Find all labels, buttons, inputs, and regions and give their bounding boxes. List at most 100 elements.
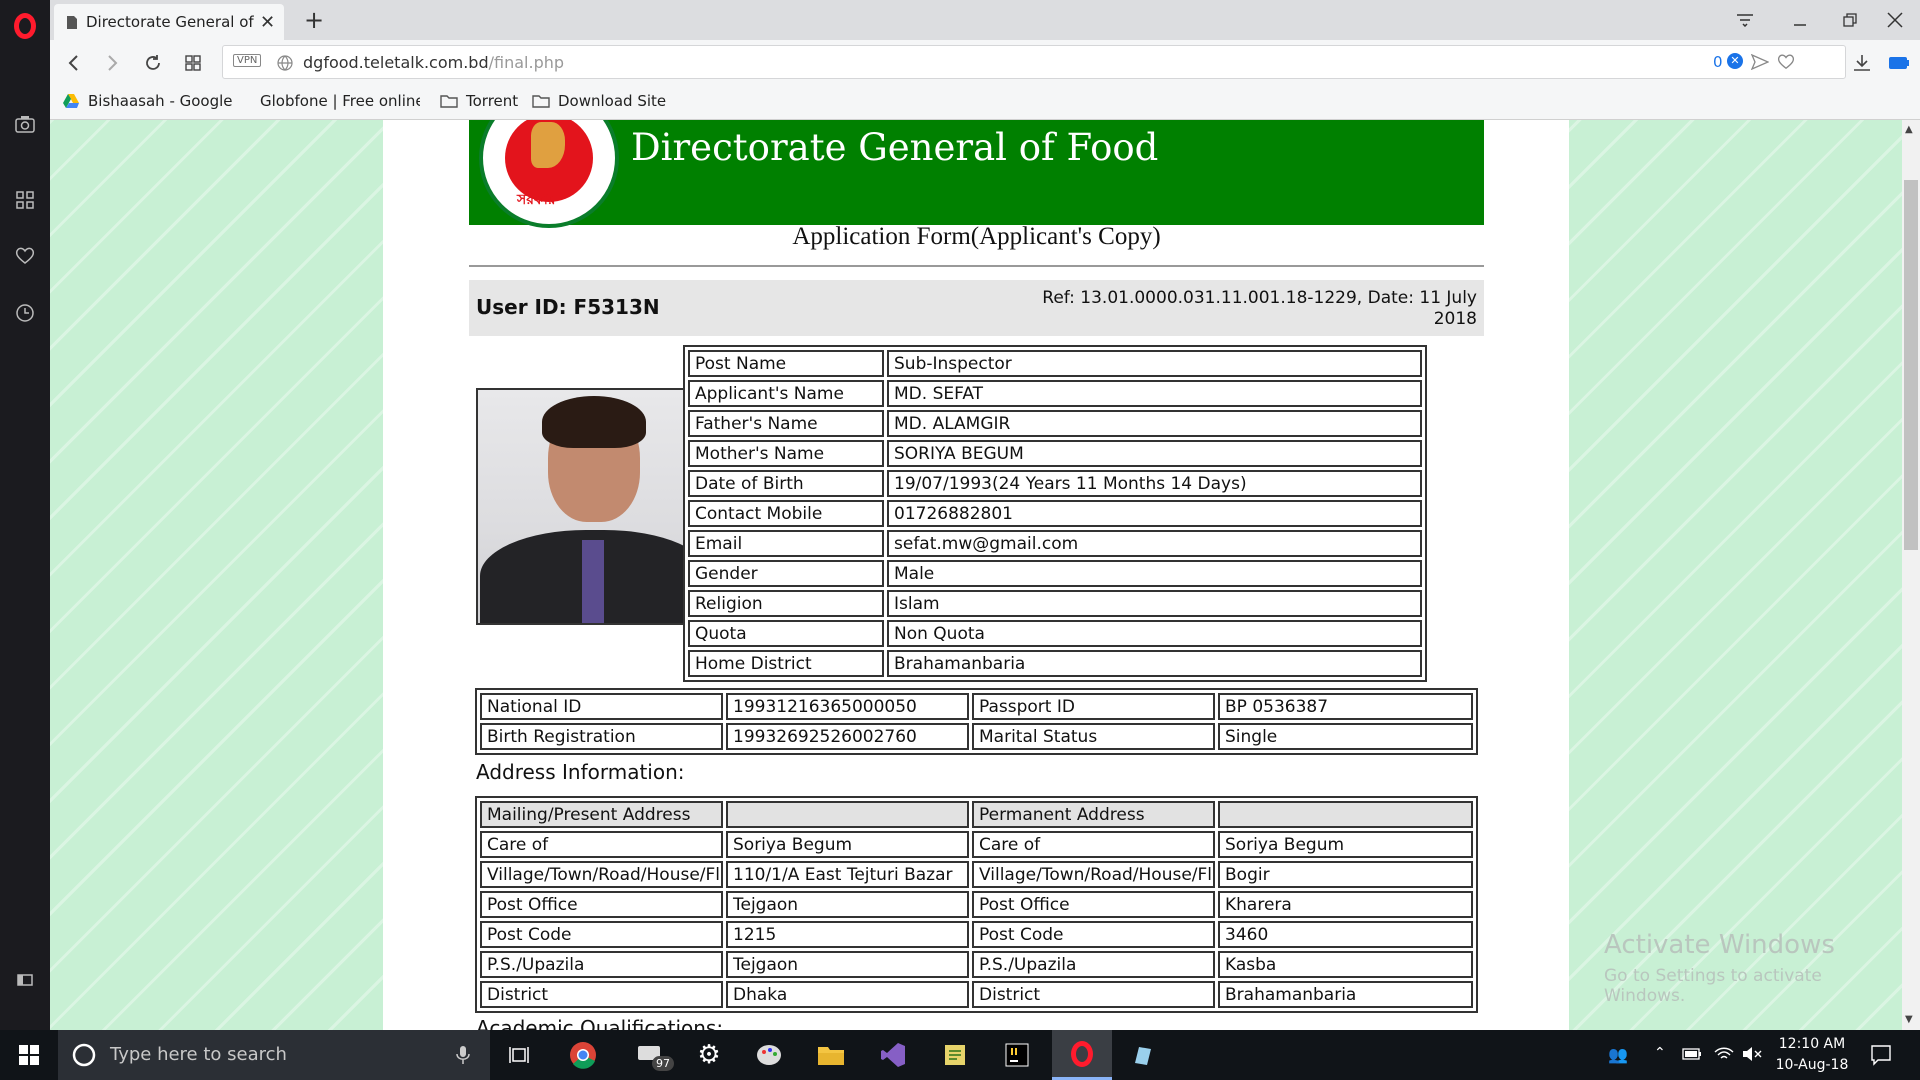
taskbar-clock[interactable]: 12:10 AM 10-Aug-18 [1762, 1034, 1862, 1076]
send-icon[interactable] [1751, 54, 1769, 70]
jetbrains-app[interactable] [988, 1030, 1046, 1080]
address-bar[interactable]: VPN dgfood.teletalk.com.bd/final.php 0 ✕ [222, 45, 1846, 79]
personal-info-table: Post Name Sub-Inspector Applicant's Name MD… [683, 345, 1427, 682]
field-label: P.S./Upazila [972, 951, 1215, 978]
field-value: SORIYA BEGUM [887, 440, 1422, 467]
paint-app[interactable] [740, 1030, 798, 1080]
scrollbar-thumb[interactable] [1904, 180, 1918, 550]
table-row: Gender Male [688, 560, 1422, 587]
field-label: Post Code [972, 921, 1215, 948]
bookmarks-button[interactable] [0, 236, 50, 276]
field-value: 19932692526002760 [726, 723, 969, 750]
history-button[interactable] [0, 293, 50, 333]
table-row: Contact Mobile 01726882801 [688, 500, 1422, 527]
visual-studio-icon [881, 1043, 905, 1067]
tab-menu-icon [1737, 14, 1753, 27]
close-tab-icon[interactable]: ✕ [260, 12, 275, 33]
bookmark-label: Bishaasah - Google [88, 92, 233, 110]
opera-app[interactable] [1052, 1030, 1112, 1080]
bookmark-download-site[interactable]: Download Site [532, 92, 666, 110]
field-label: Care of [480, 831, 723, 858]
folder-icon [440, 95, 458, 108]
adblock-count[interactable]: 0 [1713, 53, 1723, 71]
bookmark-globfone[interactable]: Globfone | Free online [252, 92, 420, 110]
wifi-icon[interactable] [1714, 1046, 1734, 1062]
scroll-down-icon[interactable]: ▼ [1905, 1014, 1913, 1025]
pen-icon [1135, 1047, 1151, 1065]
folder-icon [818, 1047, 844, 1065]
bookmark-heart-icon[interactable] [1777, 54, 1795, 70]
speed-dial-button[interactable] [0, 180, 50, 220]
field-label: National ID [480, 693, 723, 720]
field-value: Soriya Begum [1218, 831, 1473, 858]
vpn-badge[interactable]: VPN [233, 54, 262, 67]
clock-date: 10-Aug-18 [1775, 1057, 1849, 1073]
page-viewport: সরকার Directorate General of Food Applic… [50, 120, 1902, 1030]
start-button[interactable] [0, 1030, 58, 1080]
camera-icon [15, 116, 35, 133]
downloads-button[interactable] [1845, 46, 1879, 80]
activate-windows-watermark: Activate Windows Go to Settings to activ… [1604, 930, 1902, 1006]
bookmark-google-drive[interactable]: Bishaasah - Google [62, 92, 234, 110]
settings-app[interactable]: ⚙ [680, 1030, 738, 1080]
visual-studio-app[interactable] [864, 1030, 922, 1080]
scroll-up-icon[interactable]: ▲ [1905, 124, 1913, 135]
search-placeholder: Type here to search [110, 1044, 287, 1065]
forward-button[interactable] [96, 46, 130, 80]
tab-directorate[interactable]: Directorate General of Food ✕ [54, 4, 284, 40]
field-label: Father's Name [688, 410, 884, 437]
field-value: MD. ALAMGIR [887, 410, 1422, 437]
field-value: 110/1/A East Tejturi Bazar [726, 861, 969, 888]
chrome-app[interactable] [554, 1030, 612, 1080]
user-info-bar: User ID: F5313N Ref: 13.01.0000.031.11.0… [469, 280, 1484, 336]
speed-dial-nav-button[interactable] [176, 46, 210, 80]
table-row: P.S./Upazila Tejgaon P.S./Upazila Kasba [480, 951, 1473, 978]
adblock-icon[interactable]: ✕ [1727, 53, 1743, 69]
table-row: Email sefat.mw@gmail.com [688, 530, 1422, 557]
folder-icon [532, 95, 550, 108]
volume-muted-icon[interactable] [1742, 1046, 1762, 1062]
device-app[interactable]: 97 [622, 1030, 680, 1080]
battery-status-icon[interactable] [1682, 1048, 1702, 1060]
tray-overflow-icon[interactable]: ⌃ [1654, 1045, 1666, 1061]
field-value: Bogir [1218, 861, 1473, 888]
minimize-button[interactable] [1775, 0, 1825, 40]
sidebar-toggle-button[interactable] [0, 960, 50, 1000]
field-value: Brahamanbaria [887, 650, 1422, 677]
field-value: 19/07/1993(24 Years 11 Months 14 Days) [887, 470, 1422, 497]
tab-menu-button[interactable] [1720, 0, 1770, 40]
bookmark-label: Globfone | Free online [260, 92, 420, 110]
table-row: Birth Registration 19932692526002760 Marit… [480, 723, 1473, 750]
url-text[interactable]: dgfood.teletalk.com.bd/final.php [303, 53, 564, 72]
reload-button[interactable] [136, 46, 170, 80]
people-icon[interactable]: 👥 [1608, 1045, 1628, 1064]
file-explorer-app[interactable] [802, 1030, 860, 1080]
close-window-button[interactable] [1870, 0, 1920, 40]
notepad-app[interactable] [926, 1030, 984, 1080]
opera-menu-button[interactable] [0, 6, 50, 46]
field-value: 1215 [726, 921, 969, 948]
action-center-icon[interactable] [1870, 1044, 1892, 1066]
restore-button[interactable] [1825, 0, 1875, 40]
page-icon [67, 15, 77, 29]
field-label: District [480, 981, 723, 1008]
field-value: Islam [887, 590, 1422, 617]
field-label: Care of [972, 831, 1215, 858]
field-value: Kasba [1218, 951, 1473, 978]
back-button[interactable] [56, 46, 90, 80]
column-header: Permanent Address [972, 801, 1215, 828]
snapshot-button[interactable] [0, 104, 50, 144]
task-view-button[interactable] [490, 1030, 548, 1080]
field-label: Religion [688, 590, 884, 617]
column-header [726, 801, 969, 828]
field-value: BP 0536387 [1218, 693, 1473, 720]
vertical-scrollbar[interactable]: ▲ ▼ [1902, 120, 1920, 1030]
new-tab-button[interactable]: + [300, 6, 328, 34]
battery-saver-button[interactable] [1882, 46, 1916, 80]
pen-app[interactable] [1114, 1030, 1172, 1080]
watermark-subtitle: Go to Settings to activate Windows. [1604, 966, 1822, 1006]
microphone-icon[interactable] [456, 1045, 470, 1065]
taskbar-search-box[interactable]: Type here to search [58, 1030, 490, 1080]
bookmark-torrent[interactable]: Torrent [440, 92, 518, 110]
notification-badge: 97 [652, 1056, 674, 1071]
